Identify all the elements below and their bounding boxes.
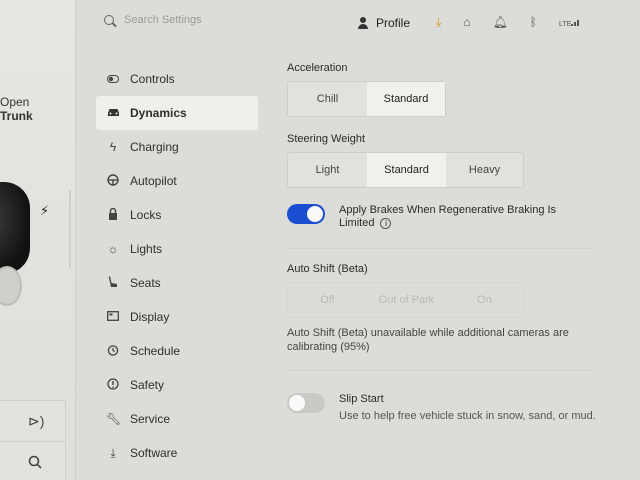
bell-icon[interactable]: 🔔︎ bbox=[493, 15, 508, 30]
car-panel: Open Trunk ⚡ ⊳) bbox=[0, 0, 76, 480]
car-wheel-image bbox=[0, 266, 22, 306]
steering-option-heavy[interactable]: Heavy bbox=[446, 153, 523, 187]
nav-label: Service bbox=[130, 412, 171, 426]
car-panel-bottom: ⊳) bbox=[0, 400, 66, 480]
garage-icon[interactable]: ⌂ bbox=[463, 15, 470, 30]
nav-label: Schedule bbox=[130, 344, 181, 358]
acceleration-label: Acceleration bbox=[287, 62, 348, 74]
display-icon bbox=[106, 310, 120, 324]
nav-item-safety[interactable]: Safety bbox=[96, 368, 258, 402]
divider bbox=[0, 441, 66, 442]
regen-brake-row: Apply Brakes When Regenerative Braking I… bbox=[287, 204, 607, 230]
nav-label: Autopilot bbox=[130, 174, 177, 188]
divider bbox=[287, 370, 592, 371]
profile-label: Profile bbox=[376, 16, 411, 30]
nav-label: Controls bbox=[130, 72, 175, 86]
auto-shift-selector: Off Out of Park On bbox=[287, 282, 524, 318]
search-icon bbox=[104, 15, 114, 25]
open-label: Open bbox=[0, 95, 30, 109]
nav-item-locks[interactable]: Locks bbox=[96, 198, 258, 232]
regen-brake-label: Apply Brakes When Regenerative Braking I… bbox=[339, 204, 557, 229]
auto-shift-option-off: Off bbox=[320, 294, 335, 306]
nav-label: Lights bbox=[130, 242, 163, 256]
alarm-clock-icon bbox=[106, 344, 120, 359]
nav-item-charging[interactable]: ϟ Charging bbox=[96, 130, 258, 164]
search-input[interactable]: Search Settings bbox=[104, 14, 202, 26]
steering-weight-selector: Light Standard Heavy bbox=[287, 152, 524, 188]
auto-shift-option-on: On bbox=[477, 294, 492, 306]
nav-label: Software bbox=[130, 446, 178, 460]
toggle-knob bbox=[307, 206, 323, 222]
open-trunk-button[interactable]: Open Trunk bbox=[0, 95, 33, 123]
auto-shift-option-out-of-park: Out of Park bbox=[378, 294, 435, 306]
lights-beam-icon[interactable]: ⊳) bbox=[28, 413, 44, 430]
car-panel-scrollbar bbox=[69, 190, 71, 268]
toggle-knob bbox=[289, 395, 305, 411]
search-icon[interactable] bbox=[28, 455, 42, 472]
person-icon bbox=[358, 17, 368, 29]
nav-label: Safety bbox=[130, 378, 165, 392]
steering-wheel-icon bbox=[106, 173, 120, 189]
acceleration-option-chill[interactable]: Chill bbox=[288, 82, 367, 116]
dynamics-settings: Acceleration Chill Standard Steering Wei… bbox=[287, 62, 607, 423]
wrench-icon: 🔧︎ bbox=[106, 412, 122, 426]
nav-item-dynamics[interactable]: Dynamics bbox=[96, 96, 258, 130]
nav-item-controls[interactable]: Controls bbox=[96, 62, 258, 96]
lte-label: LTE bbox=[559, 21, 572, 28]
regen-brake-toggle[interactable] bbox=[287, 204, 325, 224]
car-image bbox=[0, 182, 30, 274]
charge-port-bolt-icon[interactable]: ⚡ bbox=[40, 203, 49, 219]
toggle-icon bbox=[106, 72, 120, 86]
download-icon[interactable]: ⤓ bbox=[436, 15, 441, 30]
slip-start-text: Slip Start Use to help free vehicle stuc… bbox=[339, 393, 596, 423]
acceleration-selector: Chill Standard bbox=[287, 81, 446, 117]
steering-option-standard[interactable]: Standard bbox=[367, 153, 446, 187]
nav-item-service[interactable]: 🔧︎ Service bbox=[96, 402, 258, 436]
slip-start-toggle[interactable] bbox=[287, 393, 325, 413]
nav-label: Locks bbox=[130, 208, 162, 222]
auto-shift-label: Auto Shift (Beta) bbox=[287, 263, 368, 275]
steering-weight-label: Steering Weight bbox=[287, 133, 366, 145]
profile-button[interactable]: Profile bbox=[358, 16, 410, 30]
seat-icon bbox=[106, 275, 120, 291]
slip-start-label: Slip Start bbox=[339, 393, 384, 405]
status-icons: ⤓ ⌂ 🔔︎ ᛒ LTE bbox=[436, 15, 581, 30]
nav-label: Charging bbox=[130, 140, 179, 154]
auto-shift-note: Auto Shift (Beta) unavailable while addi… bbox=[287, 327, 569, 353]
bolt-icon: ϟ bbox=[109, 140, 117, 154]
nav-item-seats[interactable]: Seats bbox=[96, 266, 258, 300]
nav-item-software[interactable]: ⤓ Software bbox=[96, 436, 258, 470]
sun-icon: ☼ bbox=[107, 242, 119, 256]
lock-icon bbox=[106, 207, 120, 223]
nav-item-autopilot[interactable]: Autopilot bbox=[96, 164, 258, 198]
lte-signal-icon: LTE bbox=[559, 15, 581, 30]
settings-nav: Controls Dynamics ϟ Charging Autopilot L… bbox=[96, 62, 258, 470]
car-icon bbox=[106, 106, 120, 120]
acceleration-option-standard[interactable]: Standard bbox=[367, 82, 445, 116]
regen-brake-text: Apply Brakes When Regenerative Braking I… bbox=[339, 204, 569, 230]
bluetooth-icon[interactable]: ᛒ bbox=[530, 15, 537, 30]
info-circle-icon bbox=[106, 377, 120, 393]
divider bbox=[287, 248, 592, 249]
steering-option-light[interactable]: Light bbox=[288, 153, 367, 187]
nav-item-lights[interactable]: ☼ Lights bbox=[96, 232, 258, 266]
nav-label: Seats bbox=[130, 276, 161, 290]
search-placeholder: Search Settings bbox=[124, 14, 202, 26]
top-bar: Search Settings Profile ⤓ ⌂ 🔔︎ ᛒ LTE bbox=[76, 0, 640, 46]
nav-item-display[interactable]: Display bbox=[96, 300, 258, 334]
info-icon[interactable]: i bbox=[380, 217, 392, 229]
trunk-label: Trunk bbox=[0, 109, 33, 123]
slip-start-description: Use to help free vehicle stuck in snow, … bbox=[339, 410, 596, 422]
nav-label: Dynamics bbox=[130, 106, 187, 120]
nav-item-schedule[interactable]: Schedule bbox=[96, 334, 258, 368]
slip-start-row: Slip Start Use to help free vehicle stuc… bbox=[287, 393, 607, 423]
nav-label: Display bbox=[130, 310, 170, 324]
download-icon: ⤓ bbox=[110, 445, 116, 460]
